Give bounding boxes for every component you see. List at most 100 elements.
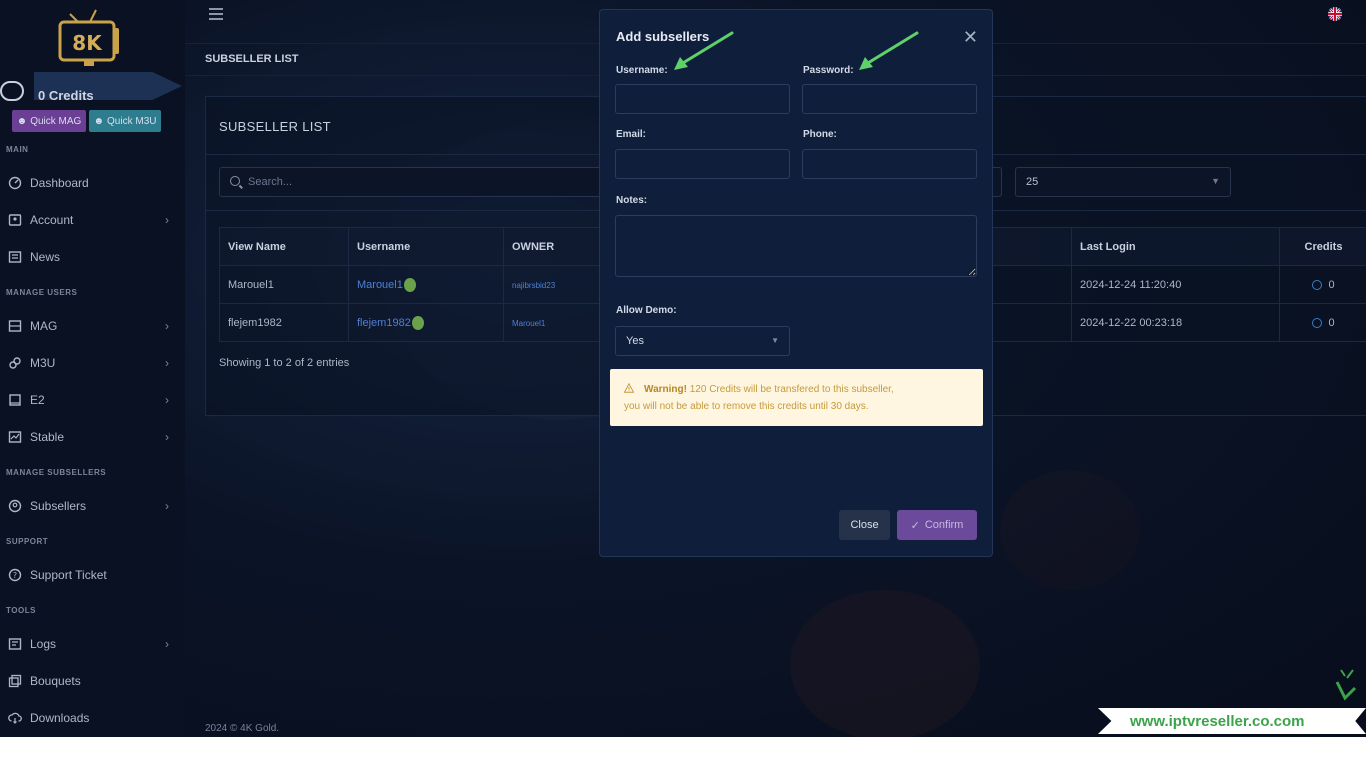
footer-text: 2024 © 4K Gold.: [205, 723, 280, 734]
sidebar-item-e2[interactable]: E2 ›: [0, 385, 185, 415]
sidebar-item-label: News: [30, 250, 61, 264]
mag-icon: [8, 320, 22, 332]
allow-demo-select[interactable]: Yes ▼: [615, 326, 790, 356]
sidebar-item-label: Stable: [30, 430, 65, 444]
annotation-arrow-icon: [674, 31, 734, 70]
phone-label: Phone:: [803, 129, 837, 140]
column-header[interactable]: Credits: [1279, 227, 1366, 266]
search-input[interactable]: [248, 168, 608, 196]
search-box: [219, 167, 619, 197]
chevron-right-icon: ›: [165, 319, 169, 333]
warning-line2: you will not be able to remove this cred…: [624, 401, 869, 412]
section-tools: TOOLS: [6, 606, 36, 615]
menu-icon[interactable]: [209, 8, 223, 20]
username-link[interactable]: flejem1982: [357, 316, 411, 328]
user-icon: ☻: [93, 115, 105, 127]
sidebar-item-label: M3U: [30, 356, 56, 370]
warning-strong: Warning!: [644, 384, 687, 395]
sidebar-item-label: Subsellers: [30, 499, 87, 513]
uk-flag-icon[interactable]: [1328, 7, 1342, 21]
sidebar-item-label: Support Ticket: [30, 568, 107, 582]
card-title: SUBSELLER LIST: [219, 119, 331, 134]
sidebar-item-logs[interactable]: Logs ›: [0, 629, 185, 659]
username-cell[interactable]: flejem1982: [348, 303, 504, 342]
app-window: 8K 0 Credits ☻ Quick MAG ☻ Quick M3U MAI…: [0, 0, 1366, 737]
account-icon: [8, 214, 22, 226]
svg-text:?: ?: [13, 571, 17, 580]
copy-icon: [8, 674, 22, 688]
user-avatar-icon: [403, 277, 416, 292]
quick-m3u-button[interactable]: ☻ Quick M3U: [89, 110, 161, 132]
sidebar-item-m3u[interactable]: M3U ›: [0, 348, 185, 378]
sidebar-item-label: Account: [30, 213, 74, 227]
coin-icon: [1312, 279, 1323, 290]
sidebar-item-support-ticket[interactable]: ? Support Ticket: [0, 560, 185, 590]
credits-value: 0: [1328, 278, 1335, 291]
add-subsellers-modal: Add subsellers ✕ Username: Password: Ema…: [599, 9, 993, 557]
owner-link[interactable]: najibrsbid23: [512, 281, 555, 290]
notes-label: Notes:: [616, 195, 648, 206]
user-icon: ☻: [16, 115, 28, 127]
last-login-cell: 2024-12-22 00:23:18: [1071, 303, 1280, 342]
help-circle-icon: ?: [8, 568, 22, 582]
chevron-right-icon: ›: [165, 213, 169, 227]
link-icon: [9, 357, 21, 369]
sidebar-item-subsellers[interactable]: Subsellers ›: [0, 491, 185, 521]
sidebar-item-label: E2: [30, 393, 45, 407]
user-avatar-icon: [411, 315, 424, 330]
username-label: Username:: [616, 65, 668, 76]
credits-toggle-icon: [0, 81, 24, 101]
per-page-value: 25: [1026, 176, 1039, 188]
dashboard-icon: [8, 176, 22, 190]
background-blob: [1000, 470, 1140, 590]
sidebar-item-dashboard[interactable]: Dashboard: [0, 168, 185, 198]
last-login-cell: 2024-12-24 11:20:40: [1071, 265, 1280, 304]
credits-cell: 0: [1279, 265, 1366, 304]
background-blob: [790, 590, 980, 737]
page-title: SUBSELLER LIST: [205, 53, 299, 65]
sidebar-item-mag[interactable]: MAG ›: [0, 311, 185, 341]
close-button[interactable]: Close: [839, 510, 890, 540]
username-cell[interactable]: Marouel1: [348, 265, 504, 304]
username-link[interactable]: Marouel1: [357, 278, 403, 290]
warning-icon: [624, 383, 634, 393]
sidebar-item-stable[interactable]: Stable ›: [0, 422, 185, 452]
email-field[interactable]: [615, 149, 790, 179]
confirm-button-label: Confirm: [924, 519, 964, 531]
sidebar-item-label: MAG: [30, 319, 58, 333]
sidebar-item-bouquets[interactable]: Bouquets: [0, 666, 185, 696]
chevron-right-icon: ›: [165, 637, 169, 651]
owner-link[interactable]: Marouel1: [512, 319, 545, 328]
column-header[interactable]: Username: [348, 227, 504, 266]
chevron-right-icon: ›: [165, 430, 169, 444]
notes-field[interactable]: [615, 215, 977, 277]
confirm-button[interactable]: ✓ Confirm: [897, 510, 977, 540]
column-header[interactable]: Last Login: [1071, 227, 1280, 266]
chevron-down-icon: ▼: [771, 336, 779, 345]
close-button-label: Close: [850, 519, 879, 531]
per-page-select[interactable]: 25 ▼: [1015, 167, 1231, 197]
svg-text:8K: 8K: [72, 31, 103, 55]
sidebar-item-downloads[interactable]: Downloads: [0, 703, 185, 733]
annotation-arrow-icon: [859, 31, 919, 70]
phone-field[interactable]: [802, 149, 977, 179]
column-header[interactable]: View Name: [219, 227, 349, 266]
sidebar-item-account[interactable]: Account ›: [0, 205, 185, 235]
username-field[interactable]: [615, 84, 790, 114]
credits-value: 0: [1328, 316, 1335, 329]
quick-mag-button[interactable]: ☻ Quick MAG: [12, 110, 86, 132]
section-manage-users: MANAGE USERS: [6, 288, 78, 297]
chart-icon: [8, 431, 22, 443]
allow-demo-label: Allow Demo:: [616, 305, 677, 316]
sidebar-item-news[interactable]: News: [0, 242, 185, 272]
cloud-download-icon: [8, 712, 22, 724]
watermark-text: www.iptvreseller.co.com: [1130, 713, 1305, 730]
logs-icon: [8, 638, 22, 650]
password-field[interactable]: [802, 84, 977, 114]
sidebar: 8K 0 Credits ☻ Quick MAG ☻ Quick M3U MAI…: [0, 0, 185, 737]
check-icon: ✓: [910, 519, 920, 532]
entries-info: Showing 1 to 2 of 2 entries: [219, 357, 350, 369]
credits-text: 0 Credits: [38, 88, 94, 103]
close-icon[interactable]: ✕: [963, 28, 978, 46]
warning-alert: Warning! 120 Credits will be transfered …: [610, 369, 983, 426]
